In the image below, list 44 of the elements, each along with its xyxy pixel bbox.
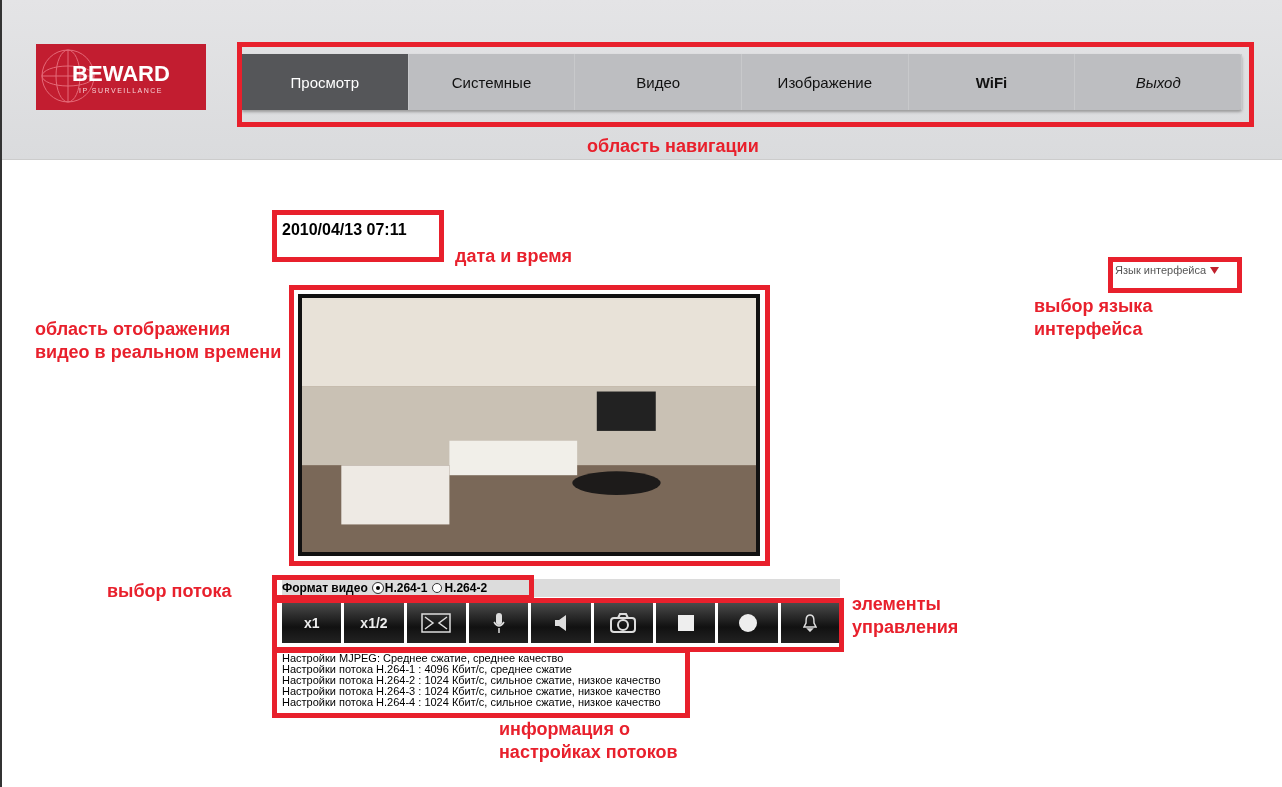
camera-icon: [610, 613, 637, 633]
nav-tab[interactable]: Системные: [408, 54, 576, 110]
stream-settings-text: Настройки потока H.264-3 : 1024 Кбит/с, сильное сжатие, низкое качество: [282, 686, 661, 697]
stop-square-icon: [677, 615, 694, 631]
microphone-icon: [492, 612, 505, 634]
stream-settings-text: Настройки потока H.264-2 : 1024 Кбит/с, сильное сжатие, низкое качество: [282, 675, 661, 686]
mic-button[interactable]: [469, 603, 529, 643]
annotation-label: информация о настройках потоков: [499, 718, 679, 764]
radio-label: H.264-2: [444, 581, 488, 595]
stream-settings-text: Настройки потока H.264-4 : 1024 Кбит/с, сильное сжатие, низкое качество: [282, 697, 661, 708]
stream-settings-text: Настройки потока H.264-1 : 4096 Кбит/с, среднее сжатие: [282, 664, 572, 675]
stream-radio[interactable]: H.264-1: [372, 581, 428, 595]
sound-button[interactable]: [531, 603, 591, 643]
radio-label: H.264-1: [384, 581, 428, 595]
stop-button[interactable]: [655, 603, 716, 643]
nav-tab[interactable]: Просмотр: [242, 54, 409, 110]
format-label: Формат видео: [282, 581, 368, 595]
annotation-label: дата и время: [455, 245, 573, 268]
date-time: 2010/04/13 07:11: [282, 221, 407, 240]
annotation-label: область отображения видео в реальном времени: [35, 318, 283, 364]
nav-tab[interactable]: WiFi: [908, 54, 1076, 110]
record-button[interactable]: [718, 603, 778, 643]
expand-arrows-icon: [421, 613, 452, 633]
nav-tab[interactable]: Выход: [1075, 54, 1243, 110]
bell-icon: [803, 614, 818, 632]
annotation-label: элементы управления: [852, 593, 960, 639]
stream-radio[interactable]: H.264-2: [432, 581, 488, 595]
alarm-button[interactable]: [780, 603, 840, 643]
speaker-icon: [554, 615, 567, 631]
radio-button[interactable]: [432, 583, 443, 593]
caret-icon: [1210, 266, 1220, 274]
zoom-button[interactable]: x1/2: [344, 603, 404, 643]
annotation-label: выбор языка интерфейса: [1034, 295, 1154, 341]
zoom-button[interactable]: x1: [282, 603, 342, 643]
snapshot-button[interactable]: [593, 603, 653, 643]
language-dropdown[interactable]: Язык интерфейса: [1115, 264, 1220, 276]
nav-tab[interactable]: Изображение: [742, 54, 909, 110]
annotation-label: выбор потока: [107, 580, 233, 603]
stream-settings-text: Настройки MJPEG: Среднее сжатие, среднее качество: [282, 653, 564, 664]
record-circle-icon: [738, 614, 757, 632]
logo-text: BEWARD: [72, 60, 170, 87]
fullscreen-button[interactable]: [406, 603, 466, 643]
annotation-label: область навигации: [587, 135, 760, 158]
nav-tab[interactable]: Видео: [575, 54, 742, 110]
